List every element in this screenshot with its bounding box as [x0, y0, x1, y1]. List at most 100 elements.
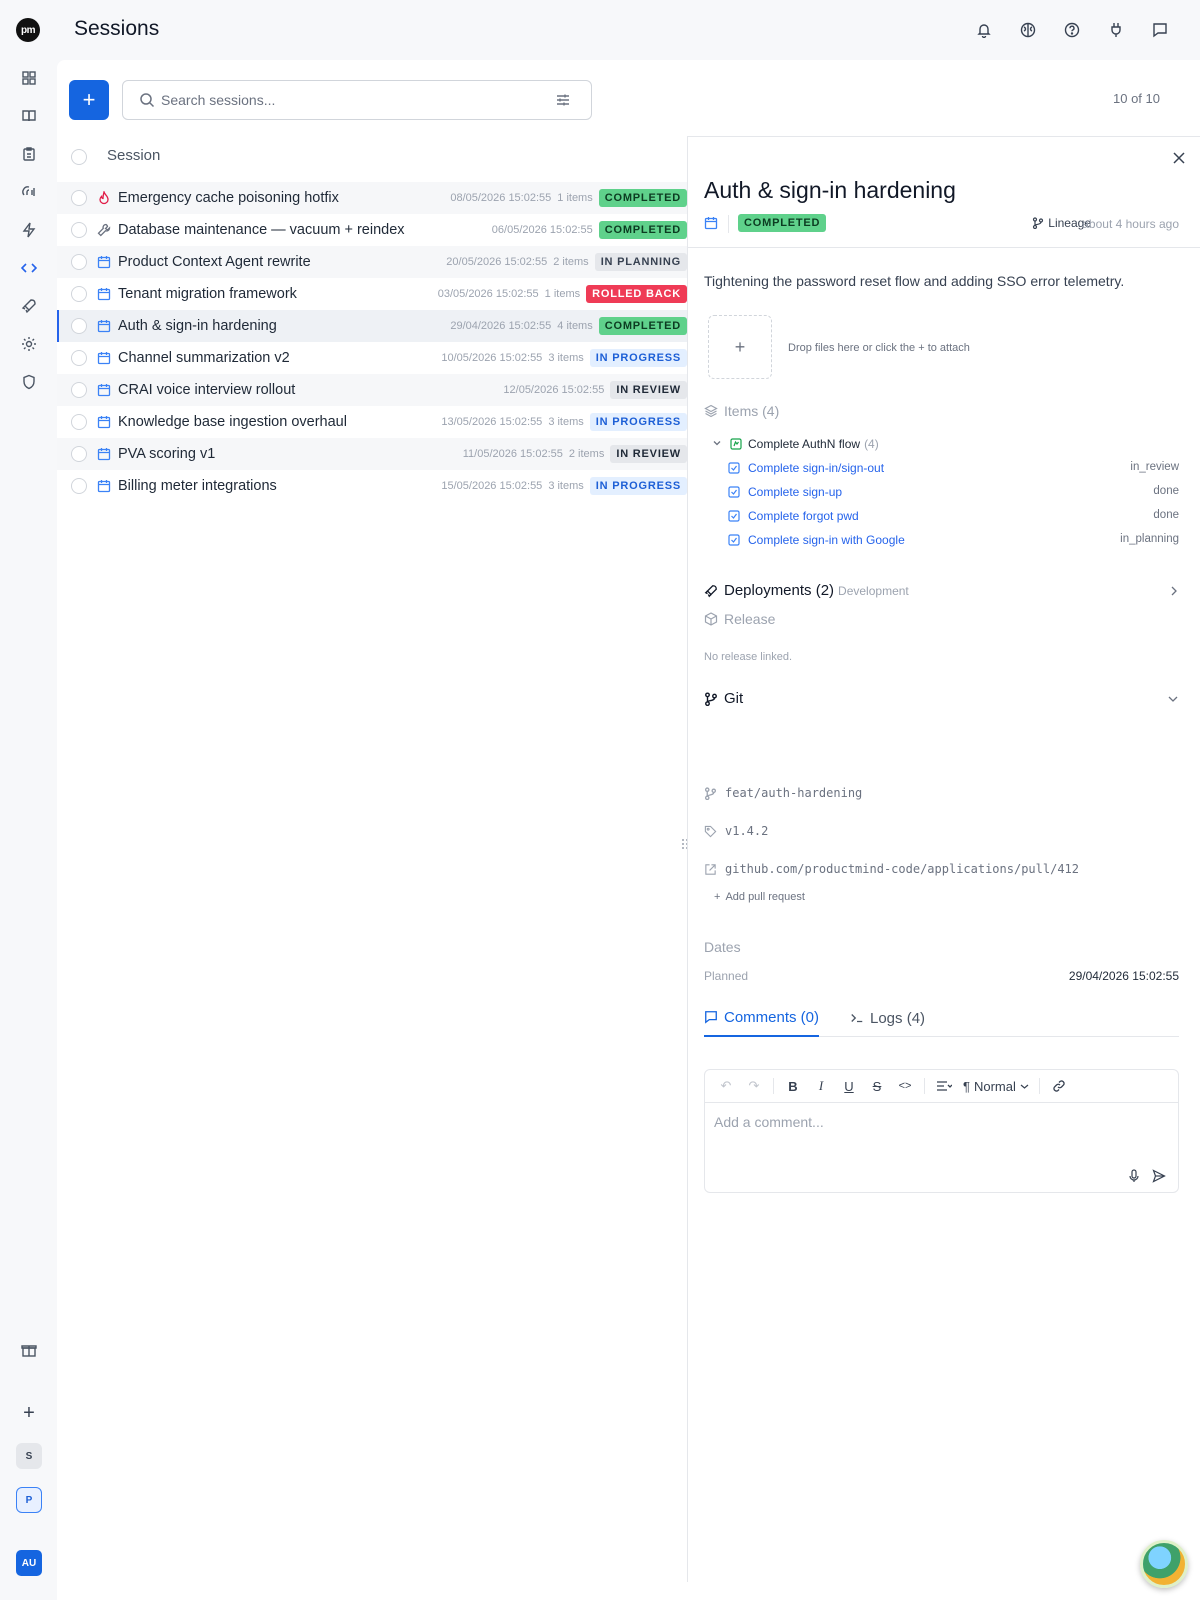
code-icon[interactable] — [18, 257, 40, 279]
detail-tabs: Comments (0) Logs (4) — [704, 1003, 1179, 1037]
session-description[interactable]: Tightening the password reset flow and a… — [704, 273, 1124, 289]
git-section-header[interactable]: Git — [704, 689, 1179, 711]
session-date: 10/05/2026 15:02:55 — [441, 352, 543, 364]
planned-value[interactable]: 29/04/2026 15:02:55 — [1069, 969, 1179, 983]
add-workspace-button[interactable]: + — [18, 1402, 40, 1424]
workspace-s-avatar[interactable]: S — [16, 1443, 42, 1469]
user-avatar[interactable]: AU — [16, 1550, 42, 1576]
workspace-p-avatar[interactable]: P — [16, 1487, 42, 1513]
tab-comments[interactable]: Comments (0) — [704, 1003, 820, 1037]
calendar-icon — [97, 319, 111, 333]
session-row[interactable]: Product Context Agent rewrite 20/05/2026 … — [57, 246, 687, 278]
bold-icon[interactable]: B — [784, 1077, 802, 1095]
status-badge[interactable]: COMPLETED — [738, 214, 827, 232]
deployments-env: Development — [838, 584, 909, 598]
comment-input[interactable]: Add a comment... — [714, 1114, 824, 1130]
row-checkbox[interactable] — [71, 446, 87, 462]
row-checkbox[interactable] — [71, 414, 87, 430]
app-logo[interactable]: pm — [16, 18, 40, 42]
shield-icon[interactable] — [18, 371, 40, 393]
microphone-icon[interactable] — [1128, 1169, 1140, 1183]
child-item-label[interactable]: Complete sign-up — [748, 485, 842, 499]
session-row[interactable]: Emergency cache poisoning hotfix 08/05/20… — [57, 182, 687, 214]
editor-toolbar: ↶ ↷ B I U S <> ¶ Normal — [705, 1070, 1178, 1103]
add-pull-request-button[interactable]: + Add pull request — [714, 891, 805, 903]
session-row[interactable]: CRAI voice interview rollout 12/05/2026 1… — [57, 374, 687, 406]
child-item[interactable]: Complete forgot pwd done — [704, 505, 1179, 529]
clipboard-icon[interactable] — [18, 143, 40, 165]
filter-icon[interactable] — [555, 92, 571, 108]
status-badge: COMPLETED — [598, 317, 687, 335]
child-item-status: in_review — [1130, 461, 1179, 473]
external-link-icon — [705, 863, 716, 875]
row-checkbox[interactable] — [71, 478, 87, 494]
plug-icon[interactable] — [1105, 19, 1127, 41]
child-item[interactable]: Complete sign-in/sign-out in_review — [704, 457, 1179, 481]
code-icon[interactable]: <> — [896, 1077, 914, 1095]
row-checkbox[interactable] — [71, 382, 87, 398]
brain-icon[interactable] — [1017, 19, 1039, 41]
child-item-status: done — [1153, 509, 1179, 521]
lightning-icon[interactable] — [18, 219, 40, 241]
align-icon[interactable] — [935, 1077, 953, 1095]
tab-logs[interactable]: Logs (4) — [850, 1003, 925, 1037]
git-branch[interactable]: feat/auth-hardening — [704, 783, 862, 803]
settings-icon[interactable] — [18, 333, 40, 355]
child-item-label[interactable]: Complete sign-in with Google — [748, 533, 905, 547]
row-checkbox[interactable] — [71, 190, 87, 206]
comment-editor: ↶ ↷ B I U S <> ¶ Normal Add a comment... — [704, 1069, 1179, 1193]
git-tag[interactable]: v1.4.2 — [704, 821, 768, 841]
parent-item[interactable]: Complete AuthN flow (4) — [704, 433, 1179, 457]
voice-icon[interactable] — [18, 181, 40, 203]
status-badge: IN REVIEW — [610, 381, 687, 399]
session-row[interactable]: Auth & sign-in hardening 29/04/2026 15:02… — [57, 310, 687, 342]
link-icon[interactable] — [1050, 1077, 1068, 1095]
text-style-select[interactable]: ¶ Normal — [963, 1079, 1029, 1094]
help-icon[interactable] — [1061, 19, 1083, 41]
chevron-down-icon[interactable] — [712, 438, 722, 448]
git-pull-request-link[interactable]: github.com/productmind-code/applications… — [704, 859, 1079, 879]
send-icon[interactable] — [1152, 1169, 1166, 1183]
list-header: Session — [57, 136, 687, 178]
session-row[interactable]: Database maintenance — vacuum + reindex 0… — [57, 214, 687, 246]
select-all-checkbox[interactable] — [71, 149, 87, 165]
chevron-down-icon[interactable] — [1167, 694, 1179, 704]
attach-file-button[interactable]: + — [708, 315, 772, 379]
session-item-count: 3 items — [548, 480, 584, 492]
dashboard-icon[interactable] — [18, 67, 40, 89]
row-checkbox[interactable] — [71, 222, 87, 238]
session-row[interactable]: Channel summarization v2 10/05/2026 15:02… — [57, 342, 687, 374]
undo-icon[interactable]: ↶ — [717, 1077, 735, 1095]
strikethrough-icon[interactable]: S — [868, 1077, 886, 1095]
assistant-avatar[interactable] — [1140, 1540, 1188, 1588]
search-icon — [139, 92, 155, 108]
child-item-label[interactable]: Complete sign-in/sign-out — [748, 461, 884, 475]
deployments-section[interactable]: Deployments (2) Development — [704, 581, 1179, 603]
underline-icon[interactable]: U — [840, 1077, 858, 1095]
chat-icon[interactable] — [1149, 19, 1171, 41]
calendar-icon — [704, 216, 718, 230]
child-item-label[interactable]: Complete forgot pwd — [748, 509, 859, 523]
rocket-icon[interactable] — [18, 295, 40, 317]
gift-icon[interactable] — [18, 1339, 40, 1361]
row-checkbox[interactable] — [71, 350, 87, 366]
row-checkbox[interactable] — [71, 318, 87, 334]
search-input[interactable] — [161, 89, 541, 111]
redo-icon[interactable]: ↷ — [745, 1077, 763, 1095]
new-session-button[interactable]: + — [69, 80, 109, 120]
book-icon[interactable] — [18, 105, 40, 127]
child-item[interactable]: Complete sign-in with Google in_planning — [704, 529, 1179, 553]
bell-icon[interactable] — [973, 19, 995, 41]
row-checkbox[interactable] — [71, 254, 87, 270]
session-row[interactable]: Knowledge base ingestion overhaul 13/05/2… — [57, 406, 687, 438]
session-row[interactable]: PVA scoring v1 11/05/2026 15:02:55 2 items… — [57, 438, 687, 470]
session-row[interactable]: Billing meter integrations 15/05/2026 15:… — [57, 470, 687, 502]
row-checkbox[interactable] — [71, 286, 87, 302]
chevron-right-icon[interactable] — [1169, 585, 1179, 597]
child-item[interactable]: Complete sign-up done — [704, 481, 1179, 505]
checkbox-icon — [728, 534, 740, 546]
italic-icon[interactable]: I — [812, 1077, 830, 1095]
close-icon[interactable] — [1172, 151, 1186, 165]
session-row[interactable]: Tenant migration framework 03/05/2026 15:… — [57, 278, 687, 310]
result-count: 10 of 10 — [1113, 91, 1160, 106]
